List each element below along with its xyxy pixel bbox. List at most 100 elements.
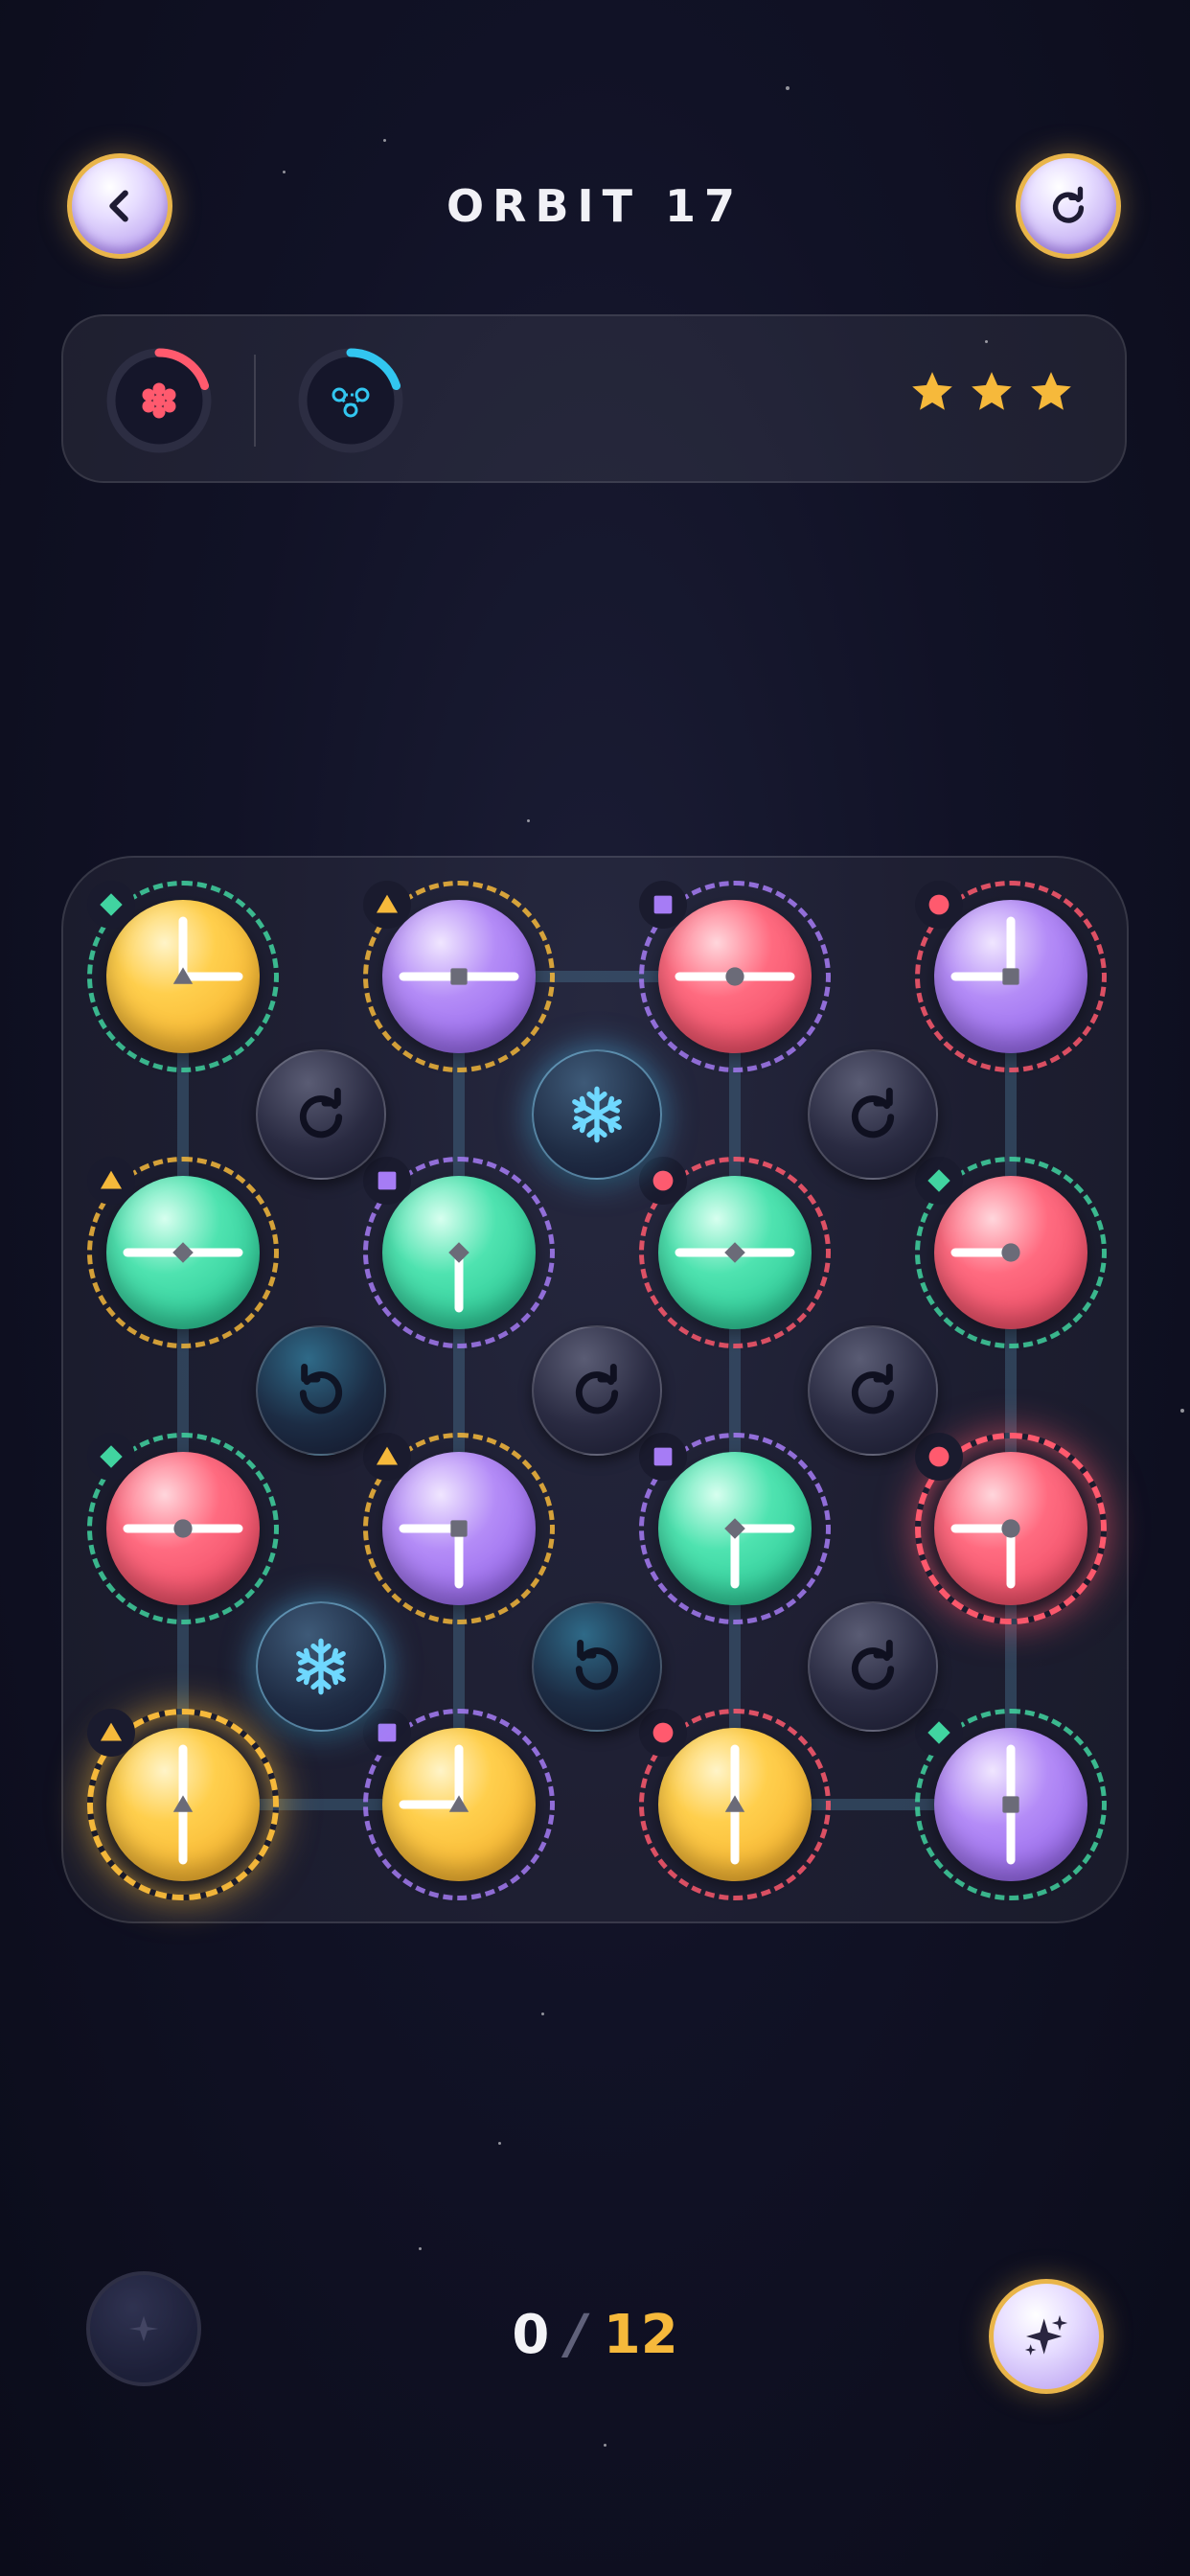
rotator-cw[interactable]	[808, 1049, 938, 1180]
restart-icon	[1052, 186, 1085, 223]
orb-purple	[382, 900, 536, 1053]
square-badge-icon	[639, 1433, 687, 1481]
rotator-frozen[interactable]	[256, 1601, 386, 1732]
moves-total: 12	[603, 2304, 678, 2366]
star-icon	[912, 372, 952, 410]
orb-hub-diamond	[724, 1518, 745, 1539]
rotator-ccw[interactable]	[256, 1325, 386, 1456]
orb-hub-diamond	[172, 1242, 194, 1263]
orb-green	[658, 1452, 812, 1605]
orb-hub-diamond	[724, 1242, 745, 1263]
sparkles-icon	[1024, 2314, 1068, 2356]
orb-hub-diamond	[448, 1242, 469, 1263]
orb-hub-circle	[1001, 1243, 1020, 1262]
orb-hub-circle	[1001, 1519, 1020, 1538]
orb-hub-square	[1002, 968, 1019, 985]
background-star	[383, 139, 386, 142]
restart-button[interactable]	[1016, 153, 1121, 259]
orb-node[interactable]	[915, 881, 1107, 1072]
game-board	[61, 856, 1129, 1923]
rotate-cw-icon	[851, 1364, 895, 1414]
triangle-badge-icon	[363, 881, 411, 929]
diamond-badge-icon	[915, 1709, 963, 1757]
orb-purple	[934, 1728, 1087, 1881]
rotator-ccw[interactable]	[532, 1601, 662, 1732]
orb-node[interactable]	[87, 1157, 279, 1348]
orb-hub-square	[1002, 1796, 1019, 1813]
circle-badge-icon	[639, 1709, 687, 1757]
rotate-cw-icon	[851, 1640, 895, 1690]
background-star	[283, 171, 286, 173]
divider	[254, 355, 256, 447]
rotator-cw[interactable]	[256, 1049, 386, 1180]
orb-node[interactable]	[639, 1709, 831, 1900]
orb-node[interactable]	[87, 1433, 279, 1624]
orb-hub-triangle	[724, 1795, 745, 1812]
circle-badge-icon	[639, 1157, 687, 1205]
orb-node[interactable]	[915, 1433, 1107, 1624]
orb-node[interactable]	[363, 1709, 555, 1900]
orb-red	[934, 1176, 1087, 1329]
rotator-cw[interactable]	[808, 1325, 938, 1456]
orb-node[interactable]	[639, 1157, 831, 1348]
orb-purple	[382, 1452, 536, 1605]
snowflake-icon	[572, 1086, 622, 1143]
orb-node[interactable]	[639, 881, 831, 1072]
rotate-cw-icon	[575, 1364, 619, 1414]
diamond-badge-icon	[87, 1433, 135, 1481]
diamond-badge-icon	[915, 1157, 963, 1205]
circle-badge-icon	[915, 1433, 963, 1481]
goal-network	[295, 345, 406, 456]
rotator-cw[interactable]	[808, 1601, 938, 1732]
orb-green	[106, 1176, 260, 1329]
orb-red	[934, 1452, 1087, 1605]
rotate-cw-icon	[299, 1088, 343, 1138]
orb-hub-triangle	[172, 1795, 194, 1812]
background-star	[604, 2444, 606, 2447]
square-badge-icon	[363, 1157, 411, 1205]
orb-hub-square	[450, 968, 468, 985]
orb-red	[106, 1452, 260, 1605]
rotator-frozen[interactable]	[532, 1049, 662, 1180]
background-star	[419, 2247, 422, 2250]
level-title: ORBIT 17	[446, 180, 744, 232]
background-star	[527, 819, 530, 822]
square-badge-icon	[363, 1709, 411, 1757]
circle-badge-icon	[915, 881, 963, 929]
orb-node[interactable]	[915, 1157, 1107, 1348]
orb-red	[658, 900, 812, 1053]
moves-current: 0	[512, 2304, 550, 2366]
orb-hub-circle	[725, 967, 744, 986]
orb-node[interactable]	[87, 881, 279, 1072]
triangle-badge-icon	[87, 1709, 135, 1757]
triangle-badge-icon	[363, 1433, 411, 1481]
orb-hub-square	[450, 1520, 468, 1537]
orb-node[interactable]	[915, 1709, 1107, 1900]
star-icon	[1031, 372, 1071, 410]
orb-node[interactable]	[363, 881, 555, 1072]
background-star	[786, 86, 790, 90]
rotate-ccw-icon	[299, 1364, 343, 1414]
orb-yellow	[382, 1728, 536, 1881]
background-star	[498, 2142, 501, 2145]
rotator-cw[interactable]	[532, 1325, 662, 1456]
background-star	[1180, 1409, 1184, 1413]
magic-button[interactable]	[989, 2279, 1104, 2394]
square-badge-icon	[639, 881, 687, 929]
orb-node[interactable]	[87, 1709, 279, 1900]
orb-green	[658, 1176, 812, 1329]
orb-node[interactable]	[363, 1433, 555, 1624]
orb-purple	[934, 900, 1087, 1053]
triangle-badge-icon	[87, 1157, 135, 1205]
orb-yellow	[658, 1728, 812, 1881]
moves-separator: /	[566, 2304, 586, 2366]
orb-node[interactable]	[639, 1433, 831, 1624]
rotate-cw-icon	[851, 1088, 895, 1138]
rotate-ccw-icon	[575, 1640, 619, 1690]
orb-green	[382, 1176, 536, 1329]
diamond-badge-icon	[87, 881, 135, 929]
orb-node[interactable]	[363, 1157, 555, 1348]
star-icon	[972, 372, 1012, 410]
background-star	[541, 2012, 544, 2015]
orb-hub-circle	[173, 1519, 193, 1538]
